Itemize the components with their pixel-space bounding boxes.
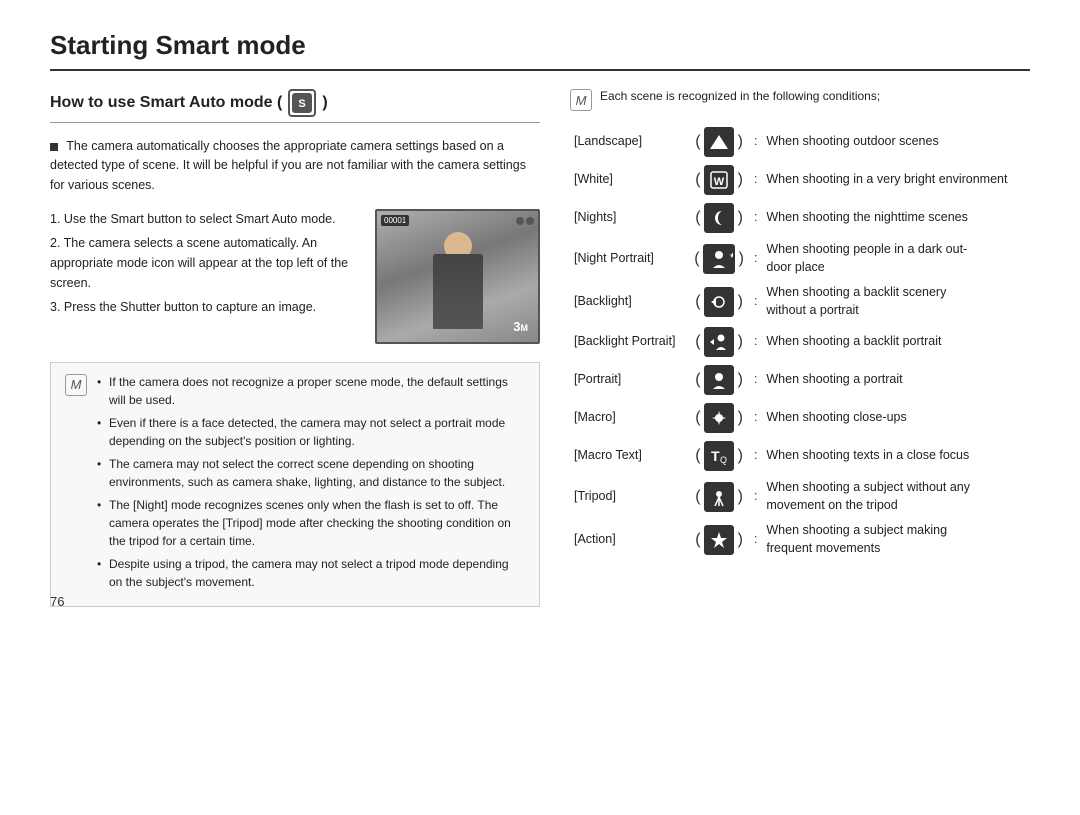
step-2: 2. The camera selects a scene automatica… (50, 233, 359, 293)
scene-icon-cell-white: ( W ) (688, 161, 750, 199)
cam-badge: 00001 (381, 215, 409, 226)
note-icon: M (65, 374, 87, 396)
scene-row-portrait: [Portrait] ( ) : Whe (570, 361, 1030, 399)
step-3: 3. Press the Shutter button to capture a… (50, 297, 359, 317)
scene-row-macro-text: [Macro Text] ( T Q ) : (570, 437, 1030, 475)
scene-table: [Landscape] ( ) : When shooting outdoor … (570, 123, 1030, 561)
macro-icon (704, 403, 734, 433)
backlight-portrait-icon (704, 327, 734, 357)
scene-icon-cell-action: ( ) (688, 518, 750, 561)
backlight-icon (704, 287, 734, 317)
scene-row-night-portrait: [Night Portrait] ( ★ ) (570, 237, 1030, 280)
scene-label-backlight: [Backlight] (570, 280, 688, 323)
scene-desc-action: When shooting a subject makingfrequent m… (762, 518, 1030, 561)
scene-icon-cell-macro-text: ( T Q ) (688, 437, 750, 475)
right-col-note: M Each scene is recognized in the follow… (570, 89, 1030, 111)
action-icon (704, 525, 734, 555)
right-note-text: Each scene is recognized in the followin… (600, 89, 880, 111)
scene-icon-cell-portrait: ( ) (688, 361, 750, 399)
scene-icon-cell-night-portrait: ( ★ ) (688, 237, 750, 280)
scene-row-tripod: [Tripod] ( ) (570, 475, 1030, 518)
scene-label-white: [White] (570, 161, 688, 199)
cam-megapixel: 3M (513, 319, 528, 334)
scene-desc-portrait: When shooting a portrait (762, 361, 1030, 399)
intro-paragraph: The camera automatically chooses the app… (50, 139, 526, 192)
page-number: 76 (50, 594, 64, 609)
night-portrait-icon: ★ (703, 244, 735, 274)
white-icon: W (704, 165, 734, 195)
landscape-icon (704, 127, 734, 157)
scene-desc-white: When shooting in a very bright environme… (762, 161, 1030, 199)
svg-text:T: T (711, 448, 720, 464)
scene-desc-backlight-portrait: When shooting a backlit portrait (762, 323, 1030, 361)
svg-text:S: S (299, 98, 306, 110)
scene-label-tripod: [Tripod] (570, 475, 688, 518)
scene-row-white: [White] ( W ) : When shooting in a very … (570, 161, 1030, 199)
scene-desc-macro: When shooting close-ups (762, 399, 1030, 437)
scene-label-nights: [Nights] (570, 199, 688, 237)
note-item-5: Despite using a tripod, the camera may n… (97, 555, 525, 591)
numbered-steps: 1. Use the Smart button to select Smart … (50, 209, 359, 317)
scene-desc-night-portrait: When shooting people in a dark out-door … (762, 237, 1030, 280)
scene-label-backlight-portrait: [Backlight Portrait] (570, 323, 688, 361)
macro-text-icon: T Q (704, 441, 734, 471)
scene-label-night-portrait: [Night Portrait] (570, 237, 688, 280)
camera-preview: 00001 3M (375, 209, 540, 344)
note-item-3: The camera may not select the correct sc… (97, 455, 525, 491)
smart-auto-icon: S (288, 89, 316, 117)
note-item-2: Even if there is a face detected, the ca… (97, 414, 525, 450)
scene-row-backlight-portrait: [Backlight Portrait] ( ) (570, 323, 1030, 361)
scene-icon-cell-backlight-portrait: ( ) (688, 323, 750, 361)
scene-icon-cell-nights: ( ) (688, 199, 750, 237)
note-bullets: If the camera does not recognize a prope… (97, 373, 525, 596)
scene-desc-macro-text: When shooting texts in a close focus (762, 437, 1030, 475)
cam-icon-dot-2 (526, 217, 534, 225)
scene-desc-tripod: When shooting a subject without anymovem… (762, 475, 1030, 518)
scene-icon-cell-landscape: ( ) (688, 123, 750, 161)
scene-desc-backlight: When shooting a backlit scenerywithout a… (762, 280, 1030, 323)
steps-list: 1. Use the Smart button to select Smart … (50, 209, 359, 344)
scene-row-landscape: [Landscape] ( ) : When shooting outdoor … (570, 123, 1030, 161)
scene-label-macro-text: [Macro Text] (570, 437, 688, 475)
scene-icon-cell-tripod: ( ) (688, 475, 750, 518)
step-1: 1. Use the Smart button to select Smart … (50, 209, 359, 229)
svg-text:W: W (714, 176, 725, 188)
svg-text:★: ★ (729, 251, 733, 260)
scene-label-action: [Action] (570, 518, 688, 561)
section-title: How to use Smart Auto mode ( S ) (50, 89, 540, 123)
steps-section: 1. Use the Smart button to select Smart … (50, 209, 540, 344)
scene-icon-cell-backlight: ( ) (688, 280, 750, 323)
note-item-4: The [Night] mode recognizes scenes only … (97, 496, 525, 550)
portrait-icon (704, 365, 734, 395)
scene-desc-landscape: When shooting outdoor scenes (762, 123, 1030, 161)
right-note-icon: M (570, 89, 592, 111)
section-title-text: How to use Smart Auto mode ( (50, 94, 282, 112)
scene-row-backlight: [Backlight] ( ) : Wh (570, 280, 1030, 323)
page-title: Starting Smart mode (50, 30, 1030, 71)
bullet-icon (50, 143, 58, 151)
section-title-end: ) (322, 94, 327, 112)
note-item-1: If the camera does not recognize a prope… (97, 373, 525, 409)
intro-text: The camera automatically chooses the app… (50, 137, 540, 195)
scene-row-macro: [Macro] ( (570, 399, 1030, 437)
scene-icon-cell-macro: ( ) (688, 399, 750, 437)
scene-row-action: [Action] ( ) : When shooting a subject (570, 518, 1030, 561)
scene-label-landscape: [Landscape] (570, 123, 688, 161)
scene-label-portrait: [Portrait] (570, 361, 688, 399)
scene-label-macro: [Macro] (570, 399, 688, 437)
scene-row-nights: [Nights] ( ) : When shooting the nightti… (570, 199, 1030, 237)
cam-icon-dot-1 (516, 217, 524, 225)
tripod-icon (704, 482, 734, 512)
svg-text:Q: Q (720, 455, 727, 465)
nights-icon (704, 203, 734, 233)
note-box: M If the camera does not recognize a pro… (50, 362, 540, 607)
scene-desc-nights: When shooting the nighttime scenes (762, 199, 1030, 237)
